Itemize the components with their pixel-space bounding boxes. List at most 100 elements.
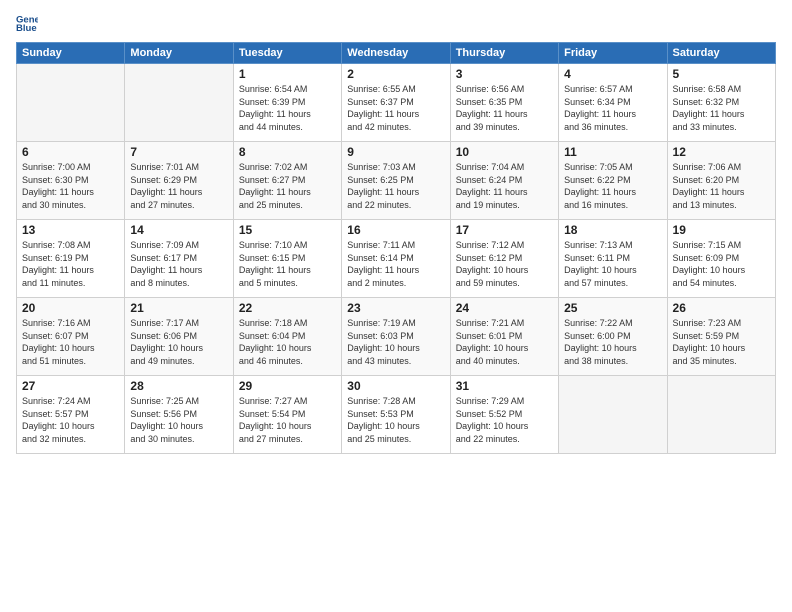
day-number: 17	[456, 223, 553, 237]
day-info: Sunrise: 7:28 AMSunset: 5:53 PMDaylight:…	[347, 395, 444, 445]
weekday-header-friday: Friday	[559, 43, 667, 64]
day-number: 26	[673, 301, 770, 315]
day-info: Sunrise: 6:54 AMSunset: 6:39 PMDaylight:…	[239, 83, 336, 133]
day-number: 27	[22, 379, 119, 393]
calendar-table: SundayMondayTuesdayWednesdayThursdayFrid…	[16, 42, 776, 454]
day-number: 16	[347, 223, 444, 237]
day-info: Sunrise: 7:08 AMSunset: 6:19 PMDaylight:…	[22, 239, 119, 289]
day-number: 2	[347, 67, 444, 81]
day-number: 28	[130, 379, 227, 393]
day-number: 24	[456, 301, 553, 315]
day-info: Sunrise: 7:03 AMSunset: 6:25 PMDaylight:…	[347, 161, 444, 211]
calendar-cell: 19Sunrise: 7:15 AMSunset: 6:09 PMDayligh…	[667, 220, 775, 298]
day-number: 18	[564, 223, 661, 237]
day-number: 23	[347, 301, 444, 315]
day-info: Sunrise: 7:13 AMSunset: 6:11 PMDaylight:…	[564, 239, 661, 289]
calendar-cell	[125, 64, 233, 142]
day-info: Sunrise: 7:11 AMSunset: 6:14 PMDaylight:…	[347, 239, 444, 289]
day-info: Sunrise: 7:23 AMSunset: 5:59 PMDaylight:…	[673, 317, 770, 367]
weekday-header-saturday: Saturday	[667, 43, 775, 64]
day-info: Sunrise: 7:04 AMSunset: 6:24 PMDaylight:…	[456, 161, 553, 211]
weekday-header-sunday: Sunday	[17, 43, 125, 64]
day-number: 9	[347, 145, 444, 159]
calendar-cell: 27Sunrise: 7:24 AMSunset: 5:57 PMDayligh…	[17, 376, 125, 454]
calendar-cell: 6Sunrise: 7:00 AMSunset: 6:30 PMDaylight…	[17, 142, 125, 220]
logo: General Blue	[16, 12, 42, 34]
day-number: 11	[564, 145, 661, 159]
calendar-cell: 17Sunrise: 7:12 AMSunset: 6:12 PMDayligh…	[450, 220, 558, 298]
day-info: Sunrise: 7:05 AMSunset: 6:22 PMDaylight:…	[564, 161, 661, 211]
day-info: Sunrise: 7:06 AMSunset: 6:20 PMDaylight:…	[673, 161, 770, 211]
weekday-header-thursday: Thursday	[450, 43, 558, 64]
day-number: 14	[130, 223, 227, 237]
day-info: Sunrise: 7:16 AMSunset: 6:07 PMDaylight:…	[22, 317, 119, 367]
calendar-cell: 25Sunrise: 7:22 AMSunset: 6:00 PMDayligh…	[559, 298, 667, 376]
calendar-cell	[17, 64, 125, 142]
day-number: 8	[239, 145, 336, 159]
day-number: 4	[564, 67, 661, 81]
day-number: 12	[673, 145, 770, 159]
header: General Blue	[16, 12, 776, 34]
day-info: Sunrise: 7:27 AMSunset: 5:54 PMDaylight:…	[239, 395, 336, 445]
calendar-cell: 5 Sunrise: 6:58 AMSunset: 6:32 PMDaylight…	[667, 64, 775, 142]
calendar-cell: 14 Sunrise: 7:09 AMSunset: 6:17 PMDayligh…	[125, 220, 233, 298]
weekday-header-tuesday: Tuesday	[233, 43, 341, 64]
calendar-cell: 8 Sunrise: 7:02 AMSunset: 6:27 PMDaylight…	[233, 142, 341, 220]
day-info: Sunrise: 7:02 AMSunset: 6:27 PMDaylight:…	[239, 161, 336, 211]
day-number: 20	[22, 301, 119, 315]
day-number: 10	[456, 145, 553, 159]
calendar-cell: 29 Sunrise: 7:27 AMSunset: 5:54 PMDayligh…	[233, 376, 341, 454]
calendar-cell: 18 Sunrise: 7:13 AMSunset: 6:11 PMDayligh…	[559, 220, 667, 298]
calendar-cell	[559, 376, 667, 454]
weekday-header-row: SundayMondayTuesdayWednesdayThursdayFrid…	[17, 43, 776, 64]
day-number: 1	[239, 67, 336, 81]
calendar-cell	[667, 376, 775, 454]
day-info: Sunrise: 7:21 AMSunset: 6:01 PMDaylight:…	[456, 317, 553, 367]
day-number: 3	[456, 67, 553, 81]
calendar-cell: 23Sunrise: 7:19 AMSunset: 6:03 PMDayligh…	[342, 298, 450, 376]
day-number: 22	[239, 301, 336, 315]
day-info: Sunrise: 7:17 AMSunset: 6:06 PMDaylight:…	[130, 317, 227, 367]
calendar-cell: 20 Sunrise: 7:16 AMSunset: 6:07 PMDayligh…	[17, 298, 125, 376]
page: General Blue SundayMondayTuesdayWednesda…	[0, 0, 792, 612]
day-number: 5	[673, 67, 770, 81]
logo-icon: General Blue	[16, 12, 38, 34]
calendar-cell: 4 Sunrise: 6:57 AMSunset: 6:34 PMDaylight…	[559, 64, 667, 142]
day-info: Sunrise: 7:00 AMSunset: 6:30 PMDaylight:…	[22, 161, 119, 211]
calendar-week-2: 6Sunrise: 7:00 AMSunset: 6:30 PMDaylight…	[17, 142, 776, 220]
day-number: 25	[564, 301, 661, 315]
calendar-cell: 10 Sunrise: 7:04 AMSunset: 6:24 PMDayligh…	[450, 142, 558, 220]
calendar-cell: 16 Sunrise: 7:11 AMSunset: 6:14 PMDayligh…	[342, 220, 450, 298]
calendar-cell: 28 Sunrise: 7:25 AMSunset: 5:56 PMDayligh…	[125, 376, 233, 454]
calendar-cell: 22 Sunrise: 7:18 AMSunset: 6:04 PMDayligh…	[233, 298, 341, 376]
day-info: Sunrise: 7:25 AMSunset: 5:56 PMDaylight:…	[130, 395, 227, 445]
calendar-cell: 31Sunrise: 7:29 AMSunset: 5:52 PMDayligh…	[450, 376, 558, 454]
calendar-week-5: 27Sunrise: 7:24 AMSunset: 5:57 PMDayligh…	[17, 376, 776, 454]
calendar-week-3: 13 Sunrise: 7:08 AMSunset: 6:19 PMDayligh…	[17, 220, 776, 298]
calendar-cell: 21 Sunrise: 7:17 AMSunset: 6:06 PMDayligh…	[125, 298, 233, 376]
day-info: Sunrise: 6:57 AMSunset: 6:34 PMDaylight:…	[564, 83, 661, 133]
day-number: 19	[673, 223, 770, 237]
svg-text:Blue: Blue	[16, 23, 37, 34]
weekday-header-wednesday: Wednesday	[342, 43, 450, 64]
day-info: Sunrise: 7:18 AMSunset: 6:04 PMDaylight:…	[239, 317, 336, 367]
day-info: Sunrise: 7:09 AMSunset: 6:17 PMDaylight:…	[130, 239, 227, 289]
weekday-header-monday: Monday	[125, 43, 233, 64]
day-number: 7	[130, 145, 227, 159]
calendar-cell: 30 Sunrise: 7:28 AMSunset: 5:53 PMDayligh…	[342, 376, 450, 454]
day-number: 21	[130, 301, 227, 315]
day-info: Sunrise: 6:58 AMSunset: 6:32 PMDaylight:…	[673, 83, 770, 133]
calendar-cell: 24 Sunrise: 7:21 AMSunset: 6:01 PMDayligh…	[450, 298, 558, 376]
day-info: Sunrise: 7:01 AMSunset: 6:29 PMDaylight:…	[130, 161, 227, 211]
calendar-cell: 12 Sunrise: 7:06 AMSunset: 6:20 PMDayligh…	[667, 142, 775, 220]
day-info: Sunrise: 7:10 AMSunset: 6:15 PMDaylight:…	[239, 239, 336, 289]
calendar-cell: 26 Sunrise: 7:23 AMSunset: 5:59 PMDayligh…	[667, 298, 775, 376]
calendar-cell: 11 Sunrise: 7:05 AMSunset: 6:22 PMDayligh…	[559, 142, 667, 220]
day-number: 30	[347, 379, 444, 393]
calendar-cell: 3Sunrise: 6:56 AMSunset: 6:35 PMDaylight…	[450, 64, 558, 142]
calendar-cell: 9 Sunrise: 7:03 AMSunset: 6:25 PMDaylight…	[342, 142, 450, 220]
day-number: 29	[239, 379, 336, 393]
day-number: 13	[22, 223, 119, 237]
calendar-cell: 7 Sunrise: 7:01 AMSunset: 6:29 PMDaylight…	[125, 142, 233, 220]
day-number: 15	[239, 223, 336, 237]
